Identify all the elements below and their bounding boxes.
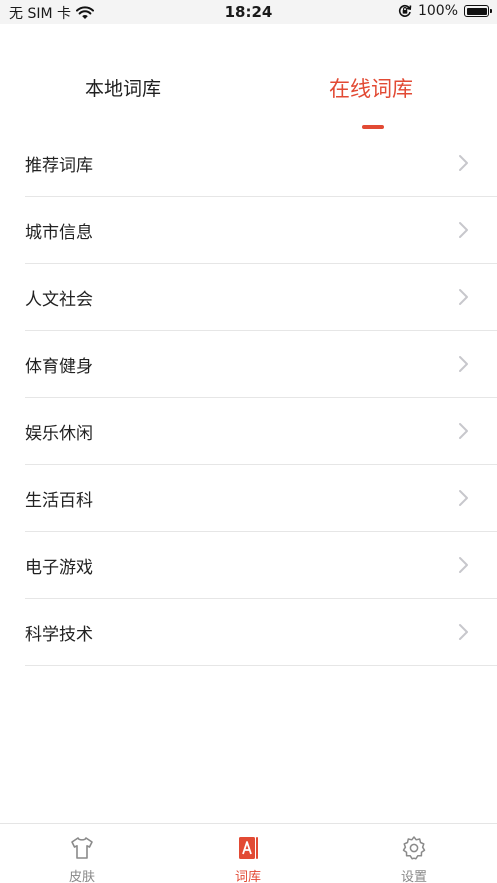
status-bar: 无 SIM 卡 18:24 100%: [0, 0, 497, 24]
bottom-tab-settings[interactable]: 设置: [374, 834, 454, 883]
list-item-label: 推荐词库: [25, 155, 93, 176]
chevron-right-icon: [459, 356, 468, 372]
list-item[interactable]: 城市信息: [25, 197, 497, 264]
list-item[interactable]: 生活百科: [25, 465, 497, 532]
tab-online-dictionary[interactable]: 在线词库: [329, 73, 413, 103]
top-tab-bar: 本地词库 在线词库: [0, 60, 497, 130]
status-right: 100%: [398, 3, 492, 19]
battery-icon: [464, 5, 492, 17]
category-list: 推荐词库 城市信息 人文社会 体育健身 娱乐休闲 生活百科 电子游戏 科学技术: [0, 130, 497, 666]
list-item-label: 科学技术: [25, 624, 93, 645]
chevron-right-icon: [459, 624, 468, 640]
list-item[interactable]: 科学技术: [25, 599, 497, 666]
active-tab-indicator: [362, 125, 384, 129]
list-item[interactable]: 体育健身: [25, 331, 497, 398]
list-item[interactable]: 人文社会: [25, 264, 497, 331]
list-item[interactable]: 推荐词库: [25, 130, 497, 197]
list-item-label: 体育健身: [25, 356, 93, 377]
bottom-tab-label: 设置: [400, 870, 427, 883]
chevron-right-icon: [459, 289, 468, 305]
bottom-tab-label: 词库: [234, 870, 261, 883]
bottom-tab-label: 皮肤: [68, 870, 95, 883]
bottom-tab-skin[interactable]: 皮肤: [42, 834, 122, 883]
bottom-nav-bar: 皮肤 词库 设置: [0, 823, 497, 883]
list-item[interactable]: 电子游戏: [25, 532, 497, 599]
chevron-right-icon: [459, 423, 468, 439]
list-item[interactable]: 娱乐休闲: [25, 398, 497, 465]
list-item-label: 电子游戏: [25, 557, 93, 578]
chevron-right-icon: [459, 490, 468, 506]
list-item-label: 娱乐休闲: [25, 423, 93, 444]
tab-local-dictionary[interactable]: 本地词库: [85, 74, 161, 101]
bottom-tab-dictionary[interactable]: 词库: [208, 834, 288, 883]
chevron-right-icon: [459, 222, 468, 238]
chevron-right-icon: [459, 557, 468, 573]
list-item-label: 城市信息: [25, 222, 93, 243]
battery-percent: 100%: [417, 3, 458, 19]
gear-icon: [402, 836, 426, 860]
dictionary-icon: [239, 837, 258, 859]
rotation-lock-icon: [398, 4, 412, 17]
chevron-right-icon: [459, 155, 468, 171]
list-item-label: 生活百科: [25, 490, 93, 511]
tshirt-icon: [71, 837, 93, 859]
list-item-label: 人文社会: [25, 289, 93, 310]
